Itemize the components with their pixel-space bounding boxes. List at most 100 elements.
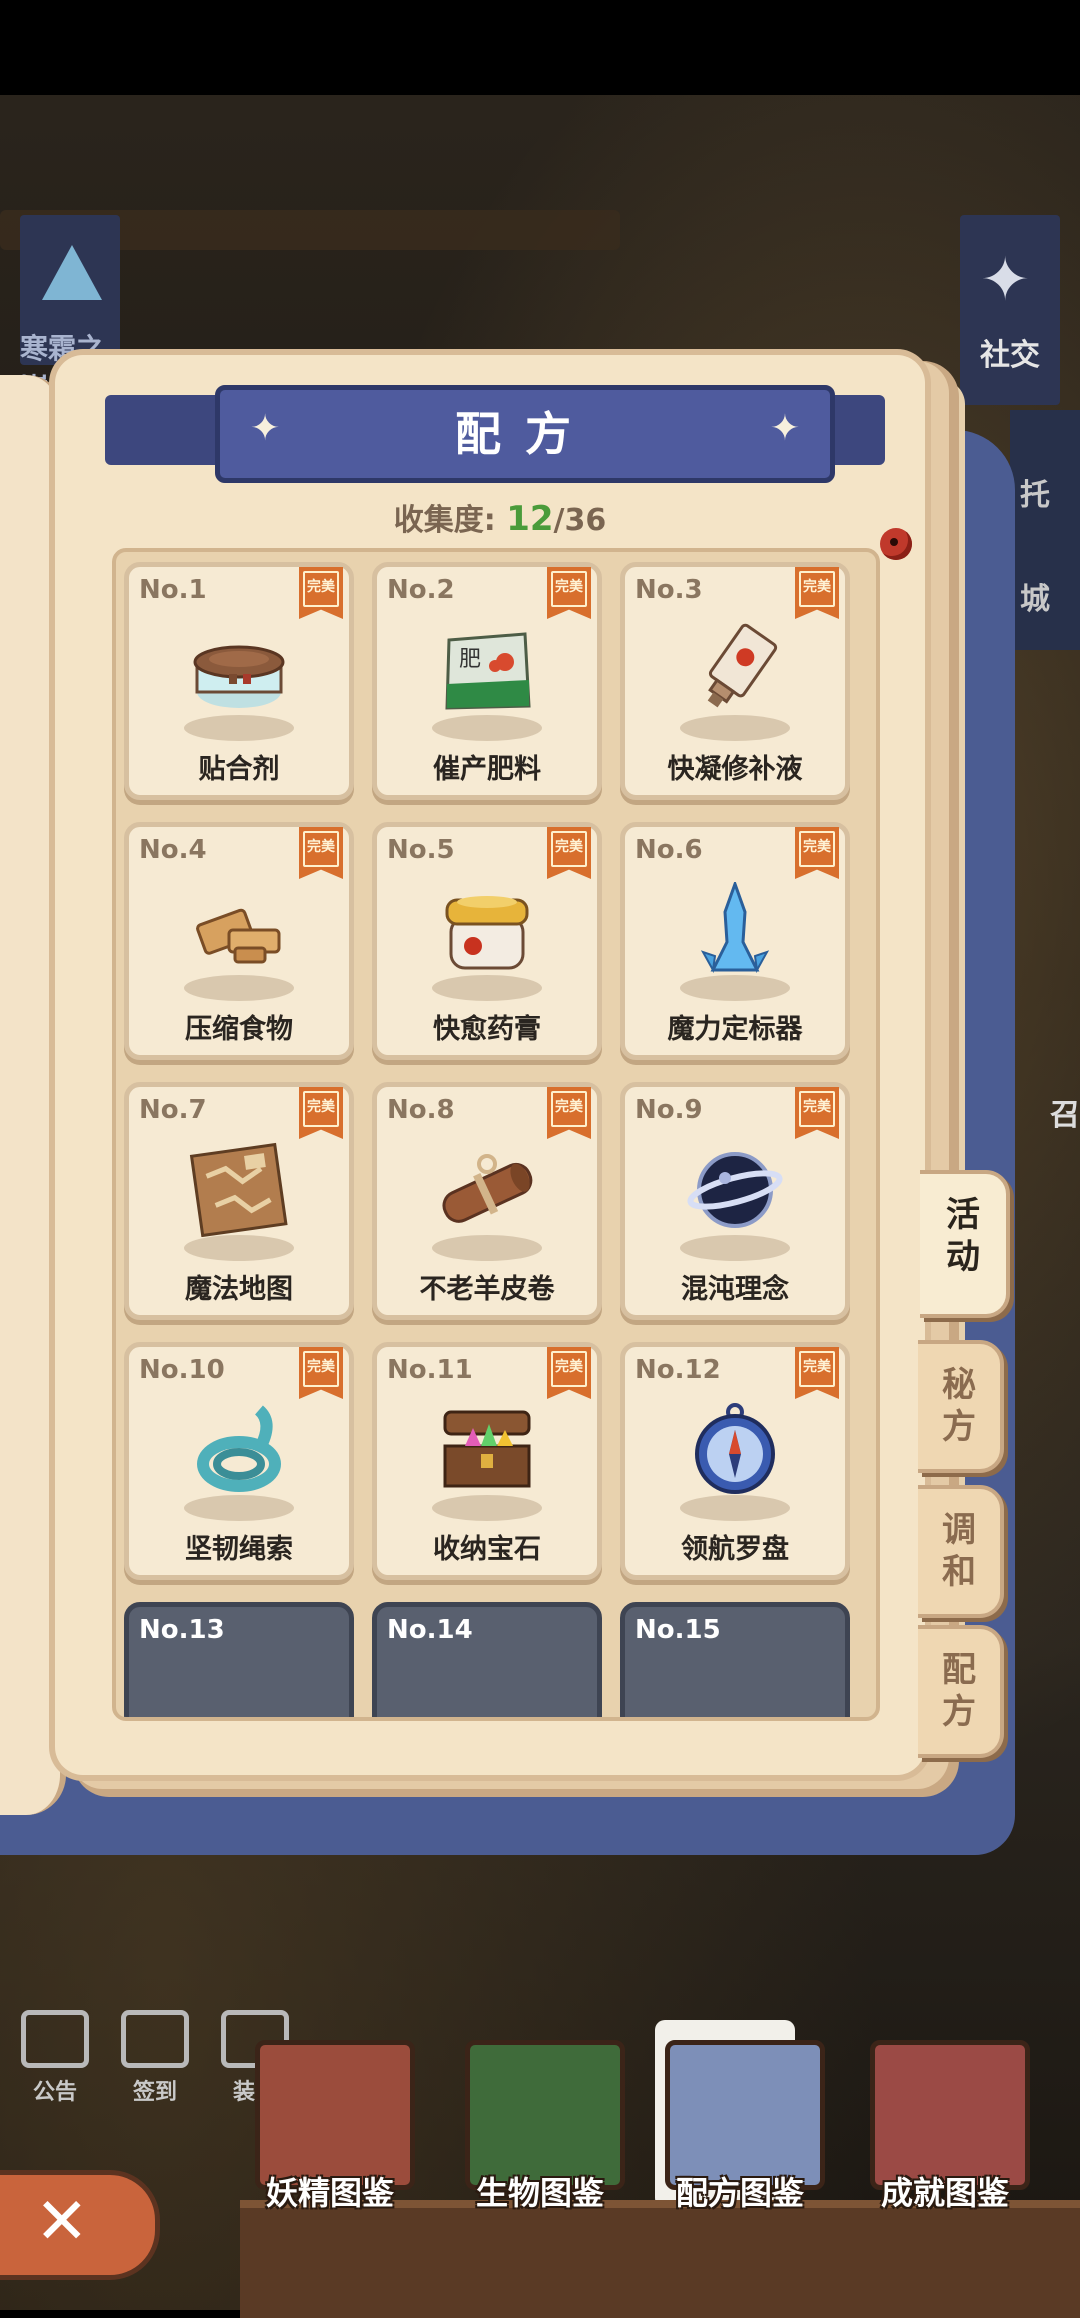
- perfect-badge: 完美: [547, 1347, 591, 1399]
- item-shadow: [680, 1235, 790, 1261]
- side-tab[interactable]: 配方: [918, 1625, 1004, 1758]
- recipe-card[interactable]: No.6 完美魔力定标器: [620, 822, 850, 1060]
- quick-icon-button[interactable]: 公告: [15, 2010, 95, 2106]
- recipe-number: No.6: [635, 835, 703, 865]
- recipe-card[interactable]: No.5 完美 快愈药膏: [372, 822, 602, 1060]
- collection-progress: 收集度: 12/36: [0, 495, 1000, 539]
- magic-map-icon: [189, 1142, 289, 1238]
- rope-icon: [189, 1402, 289, 1497]
- close-icon: ✕: [35, 2185, 89, 2259]
- perfect-badge: 完美: [795, 827, 839, 879]
- recipe-card[interactable]: No.13: [124, 1602, 354, 1717]
- recipe-card[interactable]: No.14: [372, 1602, 602, 1717]
- recipe-card[interactable]: No.7 完美魔法地图: [124, 1082, 354, 1320]
- recipe-card[interactable]: No.11 完美收纳宝石: [372, 1342, 602, 1580]
- glue-jar-icon: [189, 622, 289, 717]
- item-shadow: [432, 1495, 542, 1521]
- side-tab[interactable]: 活动: [920, 1170, 1010, 1318]
- item-shadow: [184, 715, 294, 741]
- nav-label[interactable]: 生物图鉴: [445, 2168, 635, 2214]
- chaos-orb-icon: [685, 1142, 785, 1237]
- side-strip: 托 城: [1010, 410, 1080, 650]
- perfect-badge: 完美: [299, 567, 343, 619]
- perfect-badge: 完美: [299, 1347, 343, 1399]
- recipe-number: No.10: [139, 1355, 225, 1385]
- recipe-number: No.4: [139, 835, 207, 865]
- recipe-card[interactable]: No.8 完美不老羊皮卷: [372, 1082, 602, 1320]
- bulletin-icon: [21, 2010, 89, 2068]
- nav-label[interactable]: 配方图鉴: [645, 2168, 835, 2214]
- wood-shelf: [240, 2200, 1080, 2318]
- side-tab-label: 调和: [942, 1510, 976, 1592]
- compass-icon: [685, 1402, 785, 1497]
- recipe-card[interactable]: No.4 完美压缩食物: [124, 822, 354, 1060]
- ladybug-pin-icon: [880, 528, 912, 560]
- item-shadow: [680, 715, 790, 741]
- recipe-name: 收纳宝石: [433, 1534, 541, 1565]
- side-tab-label: 秘方: [942, 1365, 976, 1447]
- side-tab[interactable]: 秘方: [918, 1340, 1004, 1473]
- perfect-badge: 完美: [547, 567, 591, 619]
- item-shadow: [184, 1235, 294, 1261]
- quick-icon-button[interactable]: 签到: [115, 2010, 195, 2106]
- social-banner[interactable]: ✦ 社交: [960, 215, 1060, 405]
- recipe-name: 催产肥料: [433, 754, 541, 785]
- nav-label[interactable]: 成就图鉴: [850, 2168, 1040, 2214]
- region-banner[interactable]: 寒霜之巅: [20, 215, 120, 405]
- recipe-grid[interactable]: No.1 完美 贴合剂 No.2 完美肥催产肥料 No.3 完美 快凝修补液 No.4 完美 压缩食…: [112, 548, 880, 1721]
- perfect-badge: 完美: [547, 827, 591, 879]
- recipe-name: 压缩食物: [185, 1014, 293, 1045]
- perfect-badge: 完美: [547, 1087, 591, 1139]
- item-shadow: [680, 975, 790, 1001]
- close-button[interactable]: ✕: [0, 2170, 160, 2280]
- recipe-number: No.15: [635, 1615, 721, 1645]
- recipe-number: No.14: [387, 1615, 473, 1645]
- title-ribbon: ✦ 配方 ✦: [215, 385, 835, 483]
- perfect-badge: 完美: [299, 827, 343, 879]
- collection-total: /36: [553, 503, 607, 538]
- recipe-card[interactable]: No.9 完美混沌理念: [620, 1082, 850, 1320]
- recipe-name: 坚韧绳索: [185, 1534, 293, 1565]
- side-tab[interactable]: 调和: [918, 1485, 1004, 1618]
- perfect-badge: 完美: [795, 1087, 839, 1139]
- crystal-marker-icon: [685, 879, 785, 977]
- item-shadow: [432, 975, 542, 1001]
- item-shadow: [680, 1495, 790, 1521]
- sparkle-icon: ✦: [250, 408, 281, 449]
- side-tab-label: 活动: [946, 1195, 980, 1277]
- gem-chest-icon: [437, 1402, 537, 1497]
- book-title: 配方: [455, 407, 595, 461]
- recipe-card[interactable]: No.3 完美 快凝修补液: [620, 562, 850, 800]
- nav-label[interactable]: 妖精图鉴: [235, 2168, 425, 2214]
- recipe-number: No.9: [635, 1095, 703, 1125]
- recipe-name: 不老羊皮卷: [419, 1274, 555, 1305]
- recipe-card[interactable]: No.1 完美贴合剂: [124, 562, 354, 800]
- recipe-name: 魔法地图: [185, 1274, 293, 1305]
- perfect-badge: 完美: [299, 1087, 343, 1139]
- recipe-name: 混沌理念: [681, 1274, 789, 1305]
- collection-label: 收集度:: [393, 503, 496, 538]
- mountain-icon: [42, 245, 102, 300]
- item-shadow: [432, 715, 542, 741]
- repair-tube-icon: [685, 622, 785, 717]
- recipe-number: No.8: [387, 1095, 455, 1125]
- checkin-icon: [121, 2010, 189, 2068]
- recipe-card[interactable]: No.10 完美坚韧绳索: [124, 1342, 354, 1580]
- collection-count: 12: [506, 499, 554, 539]
- sparkle-icon: ✦: [769, 408, 800, 449]
- recipe-number: No.3: [635, 575, 703, 605]
- recipe-number: No.11: [387, 1355, 473, 1385]
- recipe-name: 领航罗盘: [681, 1534, 789, 1565]
- fertilizer-bag-icon: 肥: [437, 622, 537, 717]
- recipe-card[interactable]: No.2 完美肥催产肥料: [372, 562, 602, 800]
- recipe-card[interactable]: No.12 完美 领航罗盘: [620, 1342, 850, 1580]
- side-label-summon: 召: [1050, 1098, 1080, 1133]
- perfect-badge: 完美: [795, 567, 839, 619]
- item-shadow: [432, 1235, 542, 1261]
- recipe-number: No.1: [139, 575, 207, 605]
- recipe-name: 魔力定标器: [667, 1014, 803, 1045]
- recipe-name: 贴合剂: [198, 754, 280, 785]
- recipe-card[interactable]: No.15: [620, 1602, 850, 1717]
- recipe-number: No.7: [139, 1095, 207, 1125]
- item-shadow: [184, 975, 294, 1001]
